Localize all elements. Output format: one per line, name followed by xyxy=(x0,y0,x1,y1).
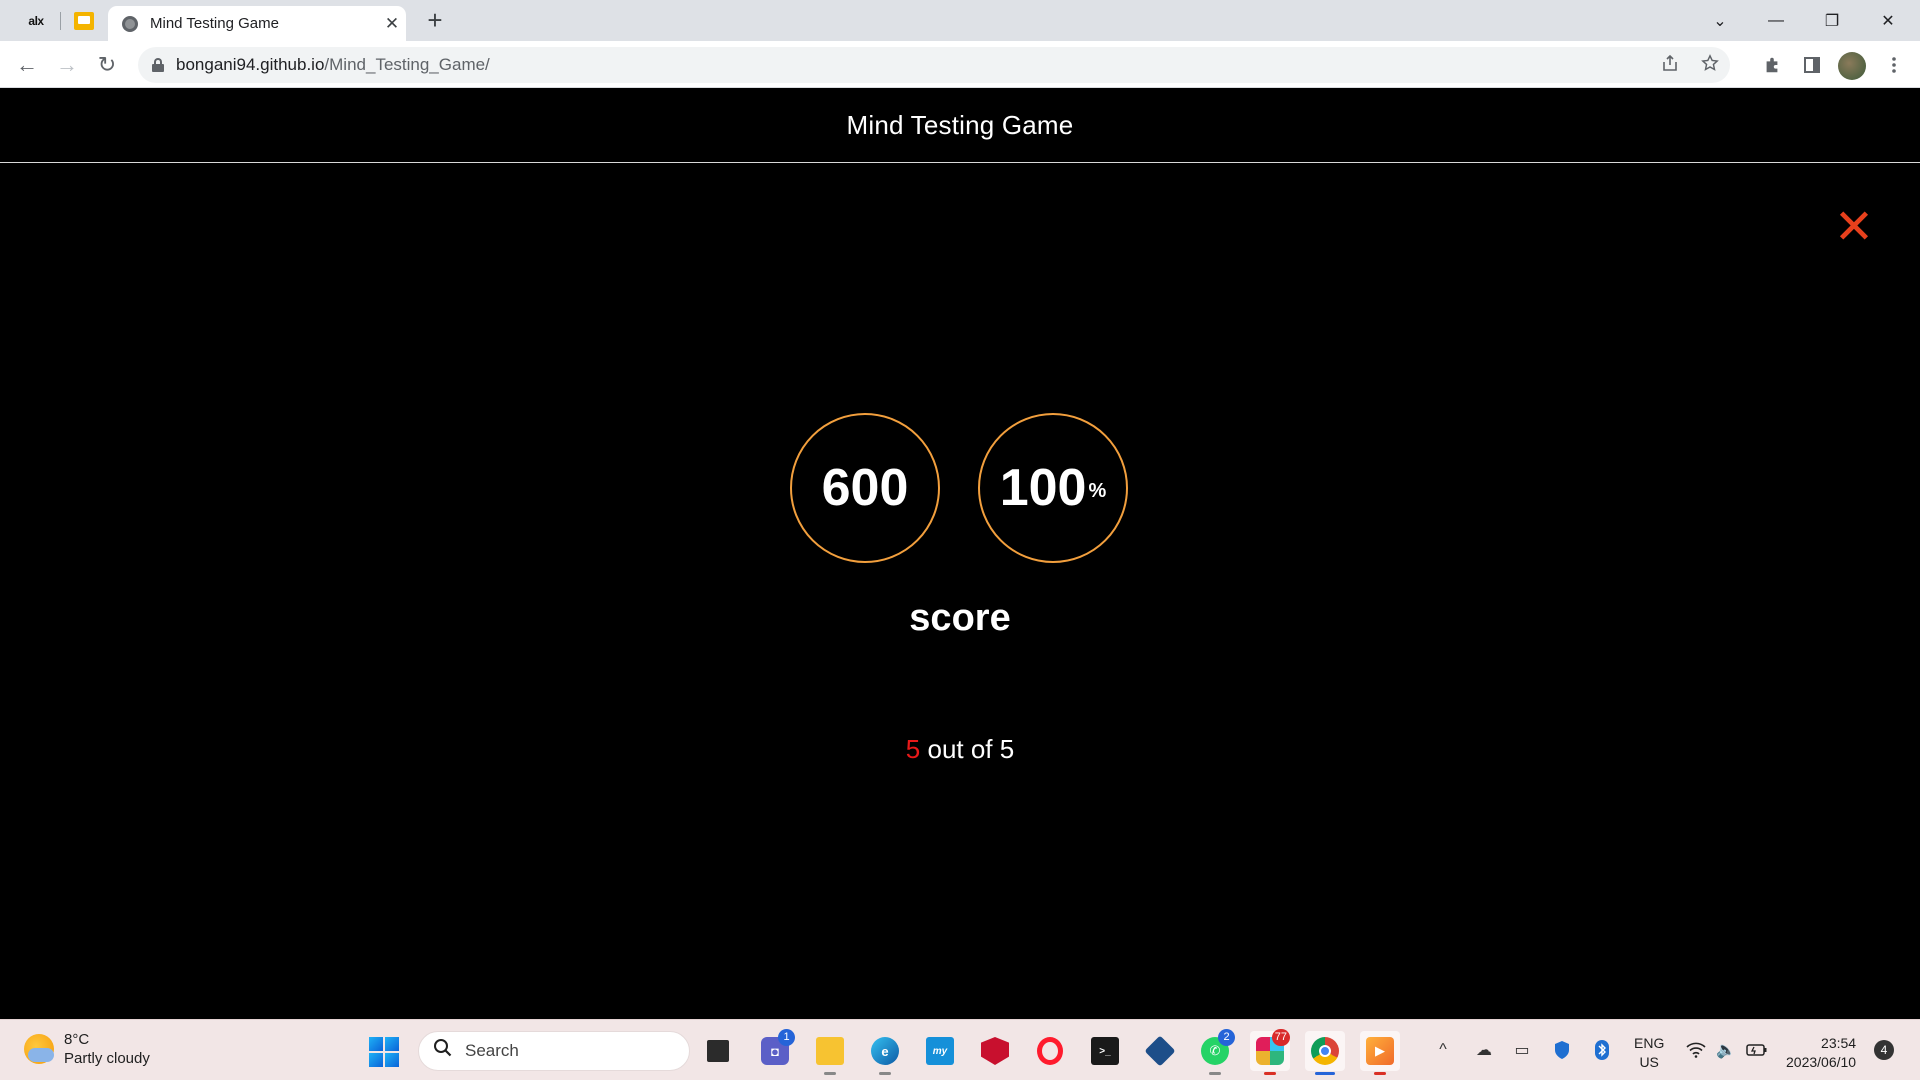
mcafee-icon[interactable] xyxy=(975,1031,1015,1071)
new-tab-button[interactable]: + xyxy=(420,5,450,35)
chevron-up-icon[interactable]: ^ xyxy=(1431,1038,1455,1062)
points-circle: 600 xyxy=(790,413,940,563)
onedrive-icon[interactable]: ☁ xyxy=(1472,1038,1496,1062)
score-label: score xyxy=(909,597,1011,639)
share-icon[interactable] xyxy=(1650,54,1690,77)
address-bar[interactable]: bongani94.github.io/Mind_Testing_Game/ xyxy=(138,47,1730,83)
clock-time: 23:54 xyxy=(1821,1035,1857,1051)
opera-icon[interactable] xyxy=(1030,1031,1070,1071)
weather-temp: 8°C xyxy=(64,1031,90,1048)
tab-mind-testing-game[interactable]: Mind Testing Game ✕ xyxy=(108,6,406,41)
tab-close-icon[interactable]: ✕ xyxy=(378,14,406,34)
lang-line-1: ENG xyxy=(1634,1035,1665,1051)
close-icon[interactable]: ✕ xyxy=(1833,204,1875,252)
side-panel-icon[interactable] xyxy=(1796,49,1828,81)
running-indicator xyxy=(824,1072,836,1075)
page-title: Mind Testing Game xyxy=(846,110,1074,140)
wifi-icon[interactable] xyxy=(1684,1038,1708,1062)
search-icon xyxy=(433,1038,453,1064)
input-language[interactable]: ENG US xyxy=(1634,1034,1664,1072)
volume-icon[interactable]: 🔈 xyxy=(1714,1038,1738,1062)
running-indicator xyxy=(879,1072,891,1075)
slack-badge: 77 xyxy=(1271,1029,1290,1046)
url-path: /Mind_Testing_Game/ xyxy=(324,55,490,74)
profile-avatar[interactable] xyxy=(1838,52,1866,80)
reload-button[interactable]: ↻ xyxy=(90,48,124,82)
pinned-tab-slides[interactable] xyxy=(68,0,100,41)
virtualbox-icon[interactable] xyxy=(1140,1031,1180,1071)
taskbar-search[interactable]: Search xyxy=(418,1031,690,1071)
browser-toolbar: ← → ↻ bongani94.github.io/Mind_Testing_G… xyxy=(0,41,1920,88)
notification-badge[interactable]: 4 xyxy=(1874,1040,1894,1060)
tab-search-icon[interactable]: ⌄ xyxy=(1692,0,1748,41)
edge-icon[interactable]: e xyxy=(865,1031,905,1075)
lock-icon[interactable] xyxy=(152,58,164,72)
bluetooth-icon[interactable] xyxy=(1590,1038,1614,1062)
task-view-icon[interactable] xyxy=(698,1031,738,1071)
teams-badge: 1 xyxy=(778,1029,795,1046)
clock-date: 2023/06/10 xyxy=(1786,1054,1857,1070)
globe-icon xyxy=(122,15,138,32)
page-header: Mind Testing Game xyxy=(0,89,1920,163)
search-placeholder: Search xyxy=(465,1041,519,1060)
percent-unit: % xyxy=(1088,479,1107,502)
display-icon[interactable]: ▭ xyxy=(1510,1038,1534,1062)
result-summary: 5 out of 5 xyxy=(0,734,1920,765)
battery-icon[interactable] xyxy=(1745,1038,1769,1062)
taskbar: 8°C Partly cloudy Search ◘ 1 e my >_ ✆ 2… xyxy=(0,1019,1920,1080)
points-value: 600 xyxy=(821,459,909,517)
star-icon[interactable] xyxy=(1690,53,1730,77)
whatsapp-badge: 2 xyxy=(1218,1029,1235,1046)
game-page: Mind Testing Game ✕ 600 100% score 5 out… xyxy=(0,89,1920,1019)
myhp-icon[interactable]: my xyxy=(920,1031,960,1071)
running-indicator xyxy=(1374,1072,1386,1075)
back-button[interactable]: ← xyxy=(10,48,44,82)
result-circles: 600 100% xyxy=(790,413,1128,563)
weather-widget[interactable]: 8°C Partly cloudy xyxy=(24,1030,150,1068)
file-explorer-icon[interactable] xyxy=(810,1031,850,1075)
minimize-button[interactable]: — xyxy=(1748,0,1804,41)
teams-chat-icon[interactable]: ◘ 1 xyxy=(755,1029,795,1071)
slack-icon[interactable]: 77 xyxy=(1250,1029,1290,1075)
terminal-icon[interactable]: >_ xyxy=(1085,1031,1125,1071)
security-shield-icon[interactable] xyxy=(1550,1038,1574,1062)
percent-value: 100 xyxy=(999,459,1087,517)
media-player-icon[interactable]: ▶ xyxy=(1360,1031,1400,1075)
tab-strip: alx Mind Testing Game ✕ + ⌄ — ❐ ✕ xyxy=(0,0,1920,41)
url-text[interactable]: bongani94.github.io/Mind_Testing_Game/ xyxy=(176,55,1650,75)
weather-condition: Partly cloudy xyxy=(64,1050,150,1067)
correct-count: 5 xyxy=(905,734,921,764)
lang-line-2: US xyxy=(1639,1054,1659,1070)
whatsapp-icon[interactable]: ✆ 2 xyxy=(1195,1029,1235,1075)
tab-divider xyxy=(60,12,61,30)
restore-button[interactable]: ❐ xyxy=(1804,0,1860,41)
windows-start-icon[interactable] xyxy=(369,1037,399,1067)
slides-icon xyxy=(74,11,94,30)
running-indicator xyxy=(1264,1072,1276,1075)
url-host: bongani94.github.io xyxy=(176,55,325,74)
system-clock[interactable]: 23:54 2023/06/10 xyxy=(1786,1034,1856,1072)
running-indicator xyxy=(1315,1072,1335,1075)
extensions-icon[interactable] xyxy=(1756,49,1788,81)
close-window-button[interactable]: ✕ xyxy=(1860,0,1916,41)
pinned-tab-alx[interactable]: alx xyxy=(18,0,54,41)
menu-icon[interactable] xyxy=(1878,49,1910,81)
partly-cloudy-icon xyxy=(24,1034,54,1064)
result-text: out of 5 xyxy=(927,734,1015,764)
chrome-icon[interactable] xyxy=(1305,1031,1345,1075)
forward-button[interactable]: → xyxy=(50,48,84,82)
percent-circle: 100% xyxy=(978,413,1128,563)
running-indicator xyxy=(1209,1072,1221,1075)
tab-title: Mind Testing Game xyxy=(150,15,279,32)
